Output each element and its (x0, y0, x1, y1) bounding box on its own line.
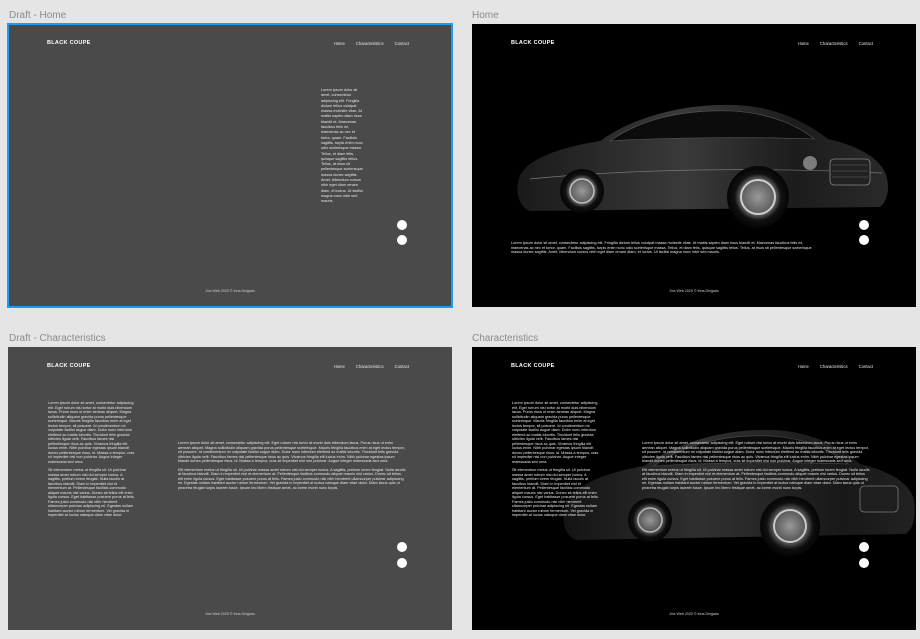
slider-dot-1[interactable] (397, 542, 407, 552)
nav-home[interactable]: Home (798, 364, 809, 369)
characteristics-center-p1: Lorem ipsum dolor sit amet, consectetur … (642, 441, 869, 463)
nav-characteristics[interactable]: Characteristics (820, 41, 848, 46)
nav-characteristics[interactable]: Characteristics (820, 364, 848, 369)
site-nav: Home Characteristics Contact (798, 41, 873, 46)
characteristics-center-column: Lorem ipsum dolor sit amet, consectetur … (178, 441, 406, 494)
characteristics-left-p2: Sit elementum metus ut fringilla sit. Ut… (48, 468, 135, 517)
home-final-text: Lorem ipsum dolor sit amet, consectetur … (511, 241, 812, 254)
frame-characteristics[interactable]: BLACK COUPE Home Characteristics Contact… (472, 347, 916, 630)
nav-home[interactable]: Home (334, 364, 345, 369)
frame-home[interactable]: Lorem ipsum dolor sit amet, consectetur … (472, 24, 916, 307)
site-nav: Home Characteristics Contact (334, 364, 409, 369)
site-footer: Jinx Web 2020 © Irina Delgado (205, 289, 255, 293)
slider-dot-1[interactable] (859, 542, 869, 552)
frame-draft-home[interactable]: BLACK COUPE Home Characteristics Contact… (7, 23, 453, 308)
characteristics-left-column: Lorem ipsum dolor sit amet, consectetur … (512, 401, 600, 522)
slider-dot-1[interactable] (397, 220, 407, 230)
nav-contact[interactable]: Contact (395, 364, 409, 369)
characteristics-left-column: Lorem ipsum dolor sit amet, consectetur … (48, 401, 136, 522)
nav-characteristics[interactable]: Characteristics (356, 41, 384, 46)
site-logo[interactable]: BLACK COUPE (47, 363, 91, 369)
characteristics-left-p1: Lorem ipsum dolor sit amet, consectetur … (48, 401, 135, 464)
nav-characteristics[interactable]: Characteristics (356, 364, 384, 369)
slider-dot-2[interactable] (397, 558, 407, 568)
site-logo[interactable]: BLACK COUPE (511, 40, 555, 46)
characteristics-left-p1: Lorem ipsum dolor sit amet, consectetur … (512, 401, 599, 464)
nav-home[interactable]: Home (798, 41, 809, 46)
frame-label-draft-characteristics[interactable]: Draft - Characteristics (9, 333, 106, 344)
slider-dot-1[interactable] (859, 220, 869, 230)
site-footer: Jinx Web 2020 © Irina Delgado (669, 612, 719, 616)
site-footer: Jinx Web 2020 © Irina Delgado (205, 612, 255, 616)
home-draft-text: Lorem ipsum dolor sit amet, consectetur … (321, 88, 363, 204)
car-image (517, 104, 888, 228)
site-footer: Jinx Web 2020 © Irina Delgado (669, 289, 719, 293)
characteristics-center-p1: Lorem ipsum dolor sit amet, consectetur … (178, 441, 405, 463)
frame-label-home[interactable]: Home (472, 10, 499, 21)
site-logo[interactable]: BLACK COUPE (47, 40, 91, 46)
nav-home[interactable]: Home (334, 41, 345, 46)
characteristics-center-p2: Elit elementum metus ut fringilla sit. U… (178, 467, 406, 490)
nav-contact[interactable]: Contact (859, 41, 873, 46)
slider-dot-2[interactable] (859, 235, 869, 245)
nav-contact[interactable]: Contact (395, 41, 409, 46)
slider-dot-2[interactable] (859, 558, 869, 568)
frame-draft-characteristics[interactable]: BLACK COUPE Home Characteristics Contact… (8, 347, 452, 630)
site-logo[interactable]: BLACK COUPE (511, 363, 555, 369)
site-nav: Home Characteristics Contact (798, 364, 873, 369)
characteristics-center-p2: Elit elementum metus ut fringilla sit. U… (642, 467, 870, 490)
frame-label-characteristics[interactable]: Characteristics (472, 333, 538, 344)
slider-dot-2[interactable] (397, 235, 407, 245)
characteristics-left-p2: Sit elementum metus ut fringilla sit. Ut… (512, 468, 599, 517)
frame-label-draft-home[interactable]: Draft - Home (9, 10, 66, 21)
site-nav: Home Characteristics Contact (334, 41, 409, 46)
nav-contact[interactable]: Contact (859, 364, 873, 369)
characteristics-center-column: Lorem ipsum dolor sit amet, consectetur … (642, 441, 870, 494)
